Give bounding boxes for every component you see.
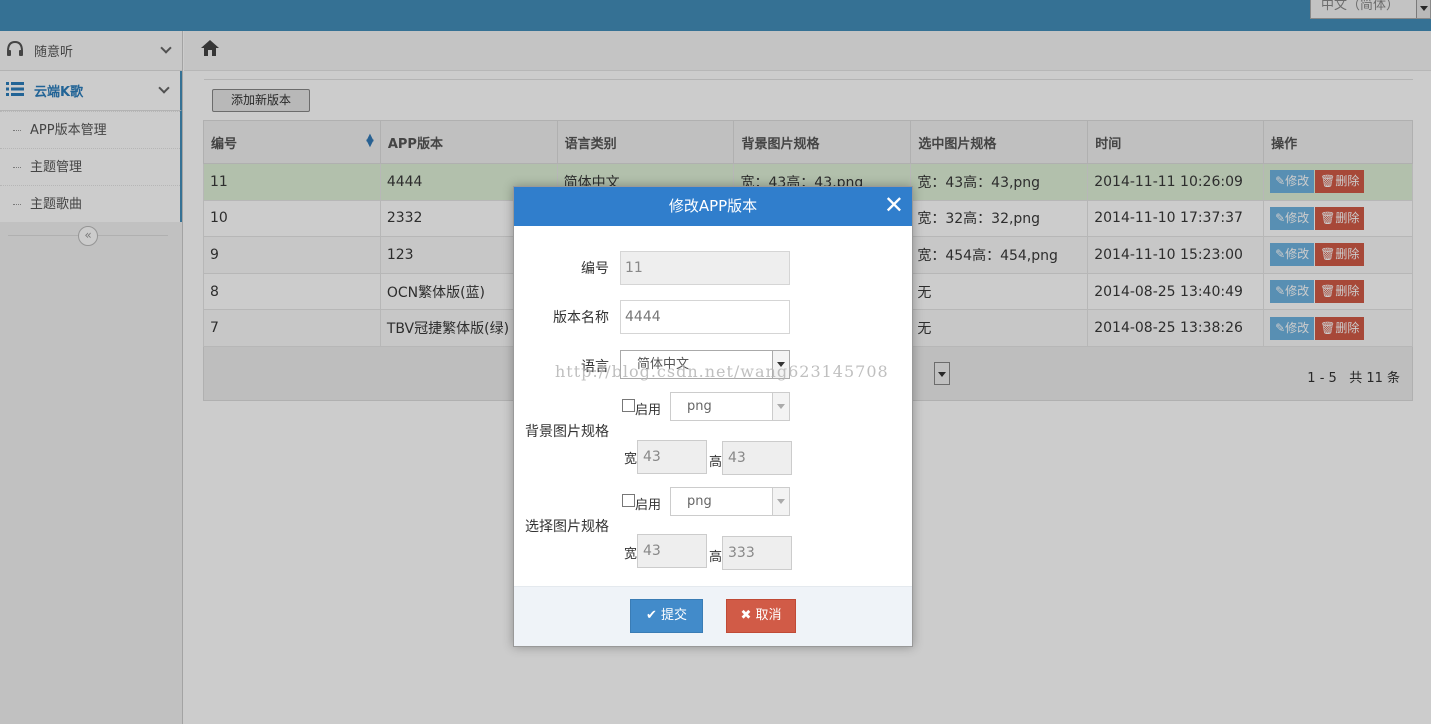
dialog-footer: ✔ 提交 ✖ 取消 bbox=[514, 586, 912, 646]
version-name-label: 版本名称 bbox=[553, 310, 609, 326]
submit-button[interactable]: ✔ 提交 bbox=[630, 599, 703, 633]
bg-height-field[interactable]: 43 bbox=[722, 441, 792, 475]
cancel-button[interactable]: ✖ 取消 bbox=[726, 599, 796, 633]
bg-width-label: 宽 bbox=[624, 452, 638, 467]
id-field[interactable]: 11 bbox=[620, 251, 790, 285]
bg-format-value: png bbox=[687, 399, 712, 414]
version-name-field[interactable]: 4444 bbox=[620, 300, 790, 334]
id-label: 编号 bbox=[581, 261, 609, 277]
watermark: http://blog.csdn.net/wang623145708 bbox=[555, 362, 889, 381]
close-icon: ✖ bbox=[740, 608, 752, 623]
dialog-body: 编号 11 版本名称 4444 语言 简体中文 背景图片规格 启用 png 宽 … bbox=[514, 226, 912, 586]
bg-spec-label: 背景图片规格 bbox=[525, 424, 609, 440]
close-icon[interactable]: ✕ bbox=[884, 187, 904, 224]
sel-format-value: png bbox=[687, 494, 712, 509]
sel-width-field[interactable]: 43 bbox=[637, 534, 707, 568]
sel-height-label: 高 bbox=[709, 550, 723, 565]
sel-enable-label: 启用 bbox=[635, 498, 662, 513]
edit-version-dialog: 修改APP版本 ✕ 编号 11 版本名称 4444 语言 简体中文 背景图片规格… bbox=[513, 186, 913, 647]
bg-width-field[interactable]: 43 bbox=[637, 440, 707, 474]
bg-format-select[interactable]: png bbox=[670, 392, 790, 421]
chevron-down-icon[interactable] bbox=[772, 393, 789, 420]
sel-height-field[interactable]: 333 bbox=[722, 536, 792, 570]
dialog-title: 修改APP版本 bbox=[668, 197, 758, 215]
sel-width-label: 宽 bbox=[624, 547, 638, 562]
sel-enable-checkbox[interactable] bbox=[622, 494, 635, 507]
sel-format-select[interactable]: png bbox=[670, 487, 790, 516]
chevron-down-icon[interactable] bbox=[772, 488, 789, 515]
dialog-title-bar: 修改APP版本 ✕ bbox=[514, 187, 912, 226]
bg-enable-checkbox[interactable] bbox=[622, 399, 635, 412]
sel-spec-label: 选择图片规格 bbox=[525, 519, 609, 535]
bg-enable-label: 启用 bbox=[635, 403, 662, 418]
bg-height-label: 高 bbox=[709, 455, 723, 470]
check-icon: ✔ bbox=[645, 608, 657, 623]
